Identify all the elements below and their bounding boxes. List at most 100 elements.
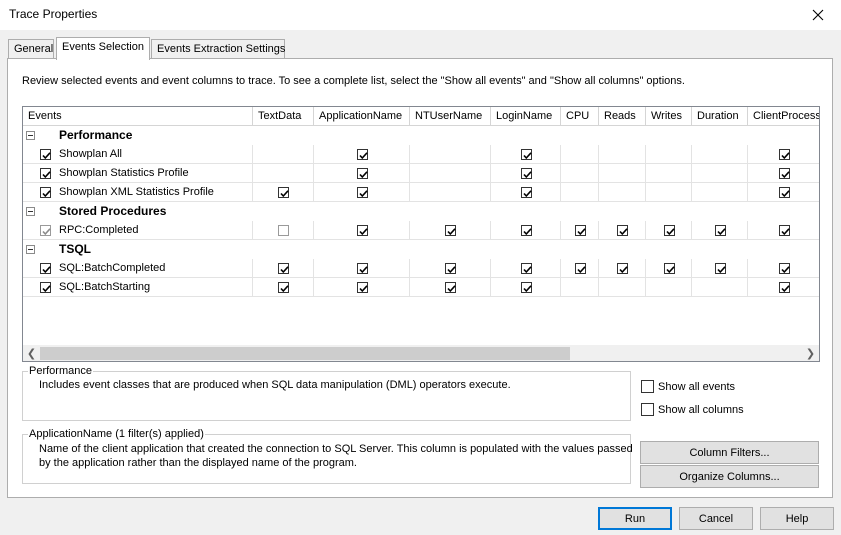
column-checkbox[interactable]: [357, 149, 368, 160]
column-checkbox[interactable]: [278, 263, 289, 274]
column-checkbox[interactable]: [445, 282, 456, 293]
cell-clientprocessi[interactable]: [748, 145, 819, 164]
column-header-writes[interactable]: Writes: [646, 107, 692, 126]
cell-ntusername[interactable]: [410, 278, 491, 297]
column-checkbox[interactable]: [445, 263, 456, 274]
column-header-events[interactable]: Events: [23, 107, 253, 126]
event-row-showplan-all[interactable]: Showplan All: [23, 145, 819, 164]
cell-loginname[interactable]: [491, 183, 561, 202]
cell-loginname[interactable]: [491, 164, 561, 183]
column-checkbox[interactable]: [575, 263, 586, 274]
cell-reads[interactable]: [599, 259, 646, 278]
close-button[interactable]: [795, 0, 841, 30]
column-checkbox[interactable]: [357, 282, 368, 293]
show-all-events-checkbox[interactable]: [641, 380, 654, 393]
cell-textdata[interactable]: [253, 183, 314, 202]
show-all-columns-checkbox[interactable]: [641, 403, 654, 416]
help-button[interactable]: Help: [760, 507, 834, 530]
column-checkbox[interactable]: [779, 225, 790, 236]
cell-writes[interactable]: [646, 259, 692, 278]
cell-cpu[interactable]: [561, 221, 599, 240]
column-checkbox[interactable]: [575, 225, 586, 236]
column-checkbox[interactable]: [779, 282, 790, 293]
column-checkbox[interactable]: [715, 225, 726, 236]
cell-textdata[interactable]: [253, 221, 314, 240]
column-checkbox[interactable]: [357, 225, 368, 236]
tab-events-extraction-settings[interactable]: Events Extraction Settings: [151, 39, 285, 59]
column-checkbox[interactable]: [521, 149, 532, 160]
column-checkbox[interactable]: [664, 225, 675, 236]
column-checkbox[interactable]: [521, 225, 532, 236]
cell-clientprocessi[interactable]: [748, 183, 819, 202]
cell-cpu[interactable]: [561, 259, 599, 278]
collapse-icon[interactable]: [26, 207, 35, 216]
event-checkbox[interactable]: [40, 187, 51, 198]
column-header-textdata[interactable]: TextData: [253, 107, 314, 126]
column-checkbox[interactable]: [521, 168, 532, 179]
event-checkbox[interactable]: [40, 149, 51, 160]
column-checkbox[interactable]: [521, 263, 532, 274]
cell-loginname[interactable]: [491, 145, 561, 164]
cell-applicationname[interactable]: [314, 259, 410, 278]
collapse-icon[interactable]: [26, 131, 35, 140]
cell-loginname[interactable]: [491, 221, 561, 240]
event-row-showplan-xml-statistics-profile[interactable]: Showplan XML Statistics Profile: [23, 183, 819, 202]
column-header-reads[interactable]: Reads: [599, 107, 646, 126]
cell-reads[interactable]: [599, 221, 646, 240]
show-all-events-option[interactable]: Show all events: [641, 380, 735, 393]
event-checkbox[interactable]: [40, 225, 51, 236]
event-checkbox[interactable]: [40, 282, 51, 293]
cell-duration[interactable]: [692, 259, 748, 278]
column-checkbox[interactable]: [779, 263, 790, 274]
events-grid[interactable]: Events TextData ApplicationName NTUserName L…: [22, 106, 820, 362]
cell-applicationname[interactable]: [314, 183, 410, 202]
cell-ntusername[interactable]: [410, 259, 491, 278]
cell-applicationname[interactable]: [314, 145, 410, 164]
column-checkbox[interactable]: [779, 149, 790, 160]
column-checkbox[interactable]: [278, 187, 289, 198]
category-row-stored-procedures[interactable]: Stored Procedures: [23, 202, 819, 221]
event-row-rpc-completed[interactable]: RPC:Completed: [23, 221, 819, 240]
event-checkbox[interactable]: [40, 168, 51, 179]
show-all-columns-option[interactable]: Show all columns: [641, 403, 744, 416]
event-row-showplan-statistics-profile[interactable]: Showplan Statistics Profile: [23, 164, 819, 183]
column-checkbox[interactable]: [357, 263, 368, 274]
cell-applicationname[interactable]: [314, 221, 410, 240]
tab-events-selection[interactable]: Events Selection: [56, 37, 150, 60]
category-row-performance[interactable]: Performance: [23, 126, 819, 145]
column-header-ntusername[interactable]: NTUserName: [410, 107, 491, 126]
run-button[interactable]: Run: [598, 507, 672, 530]
cell-clientprocessi[interactable]: [748, 278, 819, 297]
cell-ntusername[interactable]: [410, 221, 491, 240]
column-header-clientprocessi[interactable]: ClientProcessI: [748, 107, 819, 126]
organize-columns-button[interactable]: Organize Columns...: [640, 465, 819, 488]
cancel-button[interactable]: Cancel: [679, 507, 753, 530]
cell-clientprocessi[interactable]: [748, 164, 819, 183]
column-checkbox[interactable]: [445, 225, 456, 236]
collapse-icon[interactable]: [26, 245, 35, 254]
cell-textdata[interactable]: [253, 259, 314, 278]
cell-duration[interactable]: [692, 221, 748, 240]
event-row-sql-batchstarting[interactable]: SQL:BatchStarting: [23, 278, 819, 297]
column-checkbox[interactable]: [521, 282, 532, 293]
event-checkbox[interactable]: [40, 263, 51, 274]
cell-loginname[interactable]: [491, 278, 561, 297]
cell-textdata[interactable]: [253, 278, 314, 297]
cell-writes[interactable]: [646, 221, 692, 240]
column-checkbox[interactable]: [521, 187, 532, 198]
cell-clientprocessi[interactable]: [748, 259, 819, 278]
scroll-left-icon[interactable]: ❮: [23, 345, 40, 361]
column-checkbox[interactable]: [278, 225, 289, 236]
scroll-thumb[interactable]: [40, 347, 570, 360]
column-filters-button[interactable]: Column Filters...: [640, 441, 819, 464]
column-checkbox[interactable]: [779, 168, 790, 179]
cell-applicationname[interactable]: [314, 278, 410, 297]
tab-general[interactable]: General: [8, 39, 54, 59]
column-checkbox[interactable]: [617, 225, 628, 236]
column-checkbox[interactable]: [278, 282, 289, 293]
cell-clientprocessi[interactable]: [748, 221, 819, 240]
event-row-sql-batchcompleted[interactable]: SQL:BatchCompleted: [23, 259, 819, 278]
column-header-applicationname[interactable]: ApplicationName: [314, 107, 410, 126]
horizontal-scrollbar[interactable]: ❮ ❯: [23, 345, 819, 361]
column-checkbox[interactable]: [715, 263, 726, 274]
